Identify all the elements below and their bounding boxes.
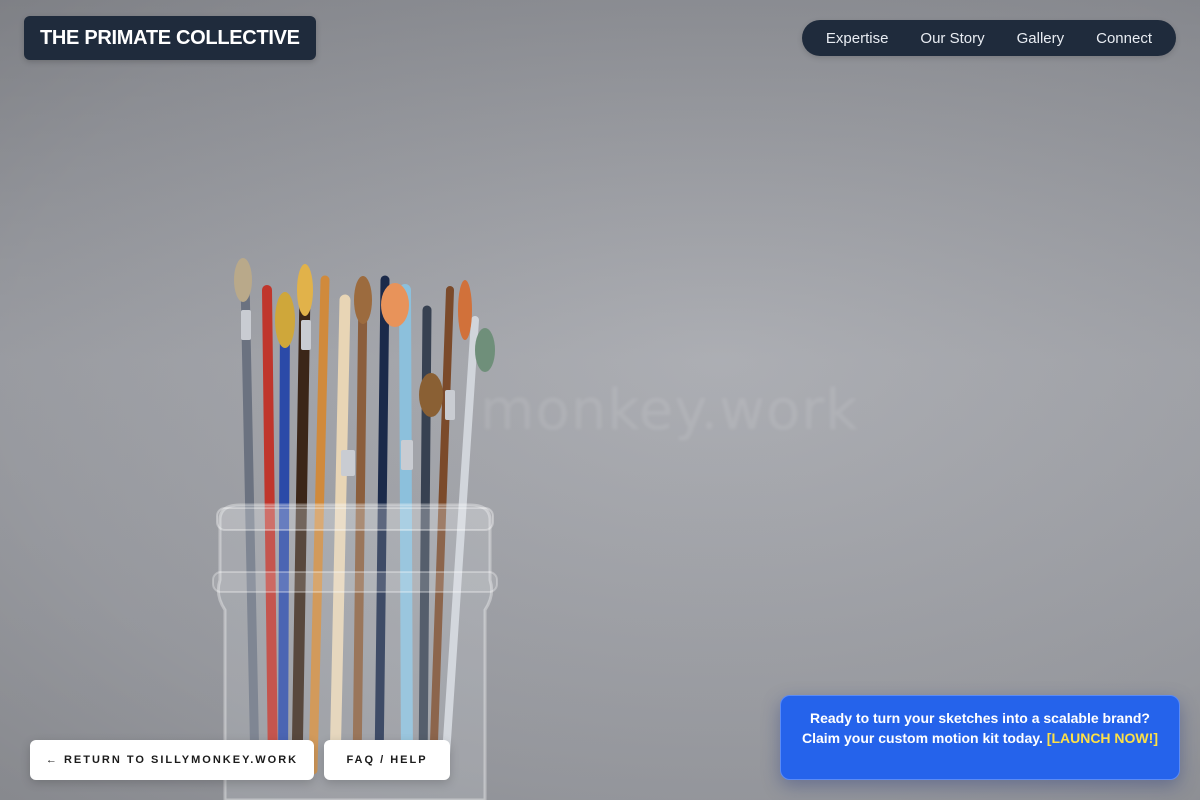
brand-logo-text: THE PRIMATE COLLECTIVE: [40, 26, 300, 49]
faq-help-button[interactable]: FAQ / HELP: [324, 740, 450, 780]
hero-ghost-text: monkey.work: [480, 378, 859, 443]
promo-line-1: Ready to turn your sketches into a scala…: [810, 710, 1150, 726]
nav-item-expertise[interactable]: Expertise: [826, 30, 889, 47]
promo-line-2: Claim your custom motion kit today.: [802, 730, 1043, 746]
faq-help-button-label: FAQ / HELP: [346, 754, 428, 766]
nav-item-connect[interactable]: Connect: [1096, 30, 1152, 47]
nav-item-our-story[interactable]: Our Story: [920, 30, 984, 47]
promo-line-2-wrapper: Claim your custom motion kit today. [LAU…: [801, 728, 1159, 748]
promo-banner[interactable]: Ready to turn your sketches into a scala…: [780, 695, 1180, 780]
promo-cta-link[interactable]: [LAUNCH NOW!]: [1047, 730, 1158, 746]
return-button[interactable]: ← RETURN TO SILLYMONKEY.WORK: [30, 740, 314, 780]
main-nav: Expertise Our Story Gallery Connect: [801, 20, 1176, 56]
return-button-label: ← RETURN TO SILLYMONKEY.WORK: [45, 754, 299, 766]
nav-item-gallery[interactable]: Gallery: [1017, 30, 1065, 47]
brand-logo[interactable]: THE PRIMATE COLLECTIVE: [24, 16, 316, 60]
paintbrush-jar-image: [212, 258, 498, 800]
